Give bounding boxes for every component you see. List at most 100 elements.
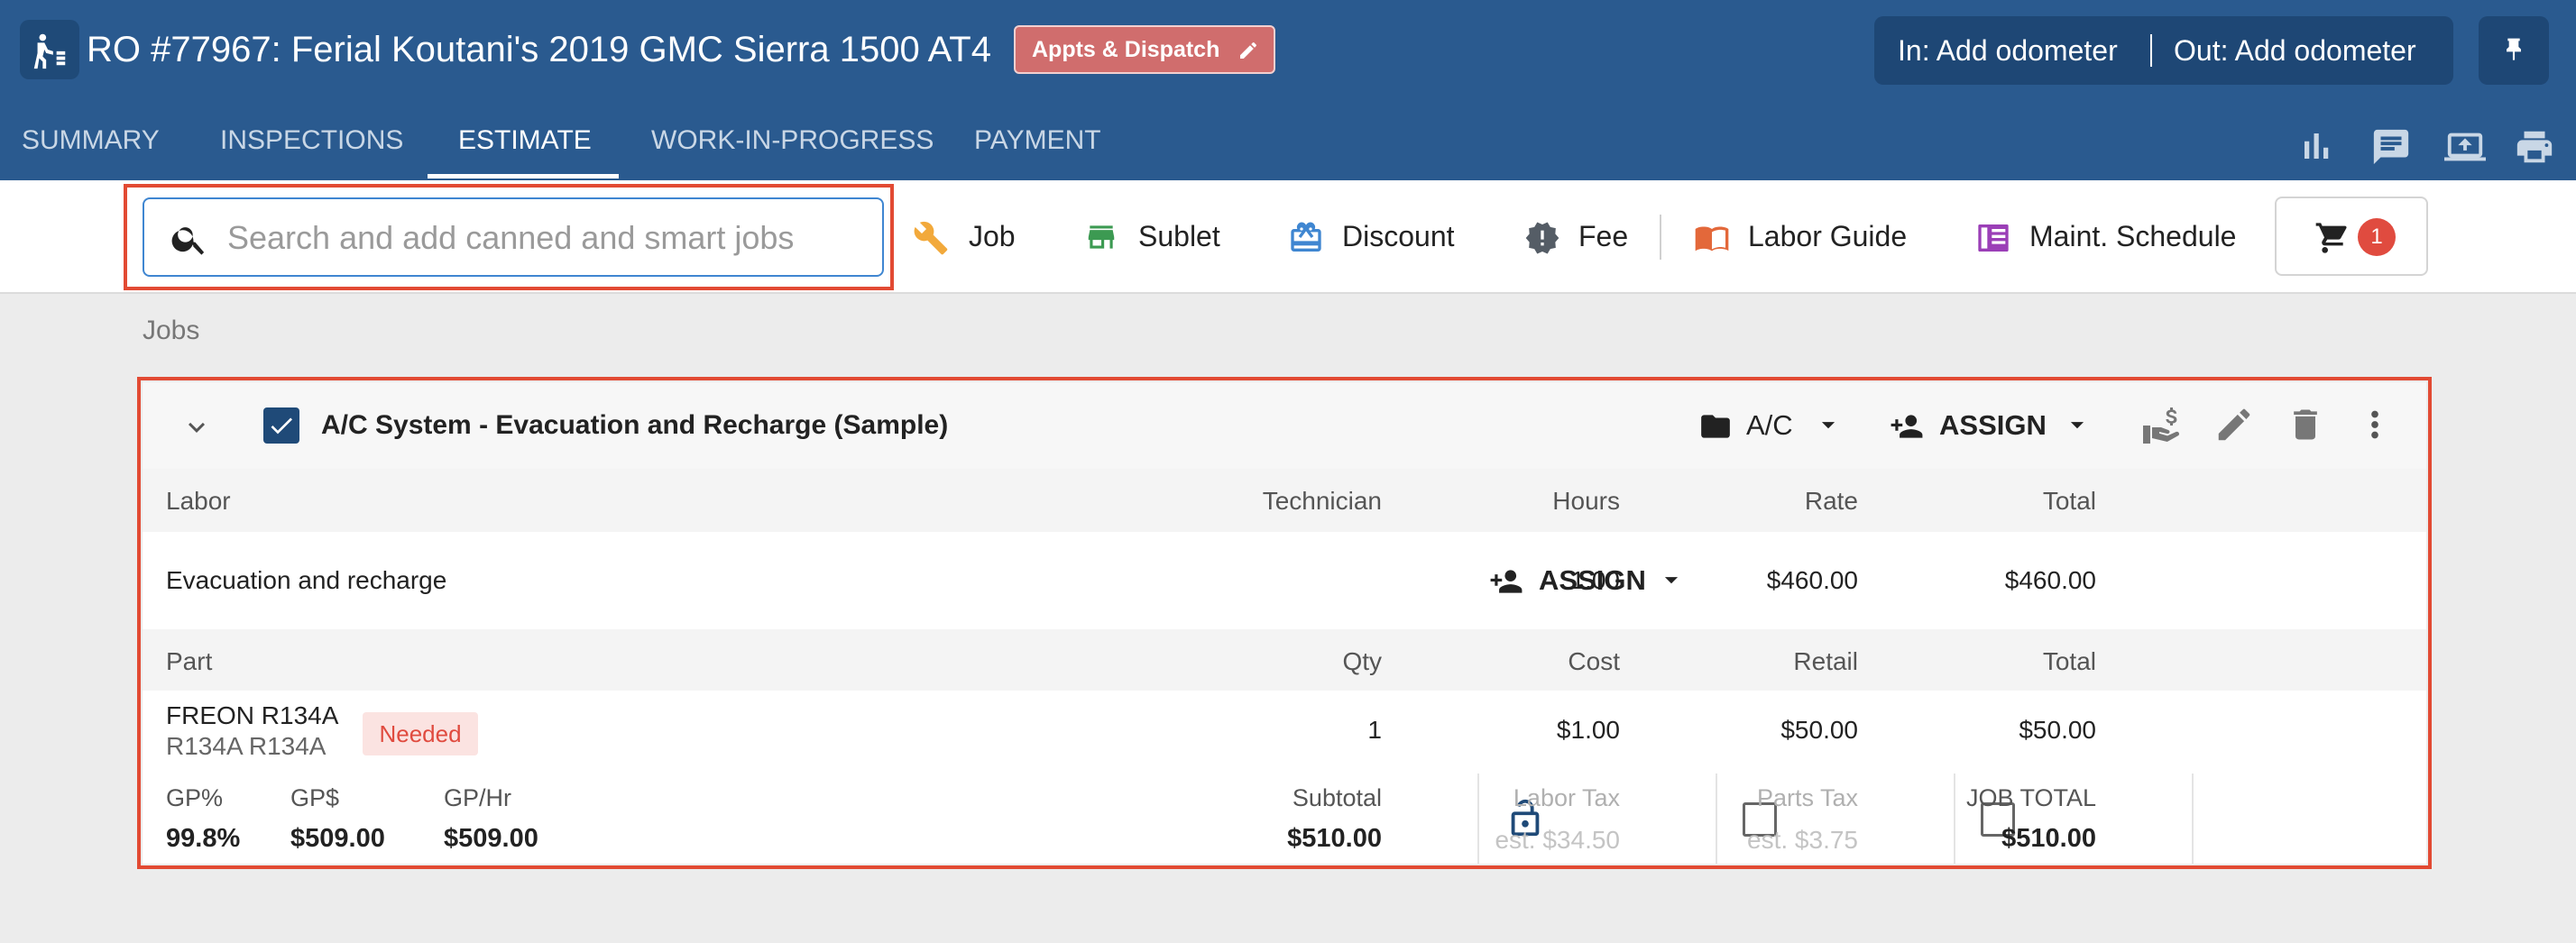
part-name: FREON R134A [166, 701, 339, 729]
odometer-in-button[interactable]: In: Add odometer [1898, 16, 2118, 85]
edit-icon[interactable] [2213, 404, 2255, 445]
caret-down-icon [1664, 577, 1679, 584]
job-category-dropdown[interactable]: A/C [1696, 404, 1835, 447]
gp-percent-value: 99.8% [166, 824, 241, 853]
tab-inspections[interactable]: INSPECTIONS [220, 108, 403, 179]
open-book-icon [1695, 226, 1729, 252]
store-icon [1088, 225, 1115, 249]
footer-divider [1477, 774, 1479, 864]
fee-badge-icon [1525, 222, 1559, 254]
labor-name: Evacuation and recharge [166, 566, 447, 594]
table-row[interactable]: FREON R134A R134A R134A Needed 1 $1.00 $… [143, 691, 2426, 775]
edit-pencil-icon [1240, 42, 1256, 59]
part-cost: $1.00 [1556, 716, 1620, 744]
tab-work-in-progress[interactable]: WORK-IN-PROGRESS [651, 108, 934, 179]
odometer-group: In: Add odometer Out: Add odometer [1874, 16, 2453, 85]
caret-down-icon [1821, 422, 1835, 429]
labor-total-column-header: Total [2042, 487, 2096, 515]
maint-schedule-button[interactable]: Maint. Schedule [1973, 207, 2253, 265]
odometer-out-button[interactable]: Out: Add odometer [2174, 16, 2416, 85]
maint-schedule-label: Maint. Schedule [2029, 220, 2237, 252]
fee-label: Fee [1578, 220, 1629, 252]
more-vert-icon[interactable] [2354, 404, 2396, 445]
labor-rate: $460.00 [1766, 566, 1858, 594]
add-sublet-button[interactable]: Sublet [1084, 207, 1228, 265]
job-title: A/C System - Evacuation and Recharge (Sa… [321, 410, 949, 440]
search-box[interactable] [143, 197, 884, 277]
subtotal-label: Subtotal [1292, 784, 1382, 811]
parts-tax-estimate: est. $3.75 [1747, 826, 1858, 854]
trash-icon[interactable] [2286, 404, 2325, 445]
appts-dispatch-label: Appts & Dispatch [1032, 37, 1220, 62]
pin-button[interactable] [2479, 16, 2549, 85]
part-status-badge: Needed [363, 712, 478, 755]
ro-title: RO #77967: Ferial Koutani's 2019 GMC Sie… [87, 30, 991, 69]
hours-column-header: Hours [1552, 487, 1620, 515]
gp-dollar-value: $509.00 [290, 824, 385, 853]
pin-icon [2507, 38, 2521, 60]
add-person-icon [1490, 570, 1523, 593]
table-row[interactable]: Evacuation and recharge ASSIGN 1.00 $460… [143, 532, 2426, 631]
gp-hr-value: $509.00 [444, 824, 538, 853]
labor-column-header: Labor [166, 487, 231, 515]
chevron-down-icon[interactable] [180, 411, 213, 444]
folder-icon [1701, 415, 1730, 438]
tab-summary[interactable]: SUMMARY [22, 108, 160, 179]
job-card: A/C System - Evacuation and Recharge (Sa… [143, 382, 2426, 864]
add-fee-button[interactable]: Fee [1524, 207, 1642, 265]
job-assign-label: ASSIGN [1939, 409, 2047, 441]
active-tab-indicator [428, 174, 619, 179]
job-footer: GP% 99.8% GP$ $509.00 GP/Hr $509.00 Subt… [143, 774, 2426, 864]
print-icon[interactable] [2513, 126, 2556, 168]
hand-dollar-icon[interactable] [2139, 404, 2183, 447]
odometer-divider [2150, 34, 2152, 67]
cart-button[interactable]: 1 [2275, 197, 2428, 276]
jobs-section-label: Jobs [143, 316, 200, 345]
tab-payment[interactable]: PAYMENT [974, 108, 1101, 179]
tab-estimate[interactable]: ESTIMATE [458, 108, 592, 179]
shopping-cart-icon [2315, 223, 2347, 253]
labor-hours: 1.00 [1570, 566, 1621, 594]
job-header: A/C System - Evacuation and Recharge (Sa… [143, 382, 2426, 471]
bar-chart-icon[interactable] [2298, 126, 2336, 166]
add-discount-button[interactable]: Discount [1288, 207, 1468, 265]
search-icon [171, 227, 205, 255]
caret-down-icon [2070, 422, 2084, 429]
subtotal-value: $510.00 [1287, 824, 1382, 853]
appts-dispatch-button[interactable]: Appts & Dispatch [1014, 25, 1275, 74]
labor-total: $460.00 [2004, 566, 2096, 594]
part-column-header: Part [166, 647, 213, 675]
job-total-value: $510.00 [2001, 824, 2096, 853]
sublet-label: Sublet [1138, 220, 1220, 252]
discount-label: Discount [1342, 220, 1455, 252]
labor-guide-label: Labor Guide [1748, 220, 1908, 252]
job-category-label: A/C [1746, 409, 1793, 441]
toolbar-divider [1660, 215, 1661, 260]
part-total: $50.00 [2019, 716, 2096, 744]
job-assign-dropdown[interactable]: ASSIGN [1885, 404, 2093, 447]
part-header-row: Part Qty Cost Retail Total [143, 629, 2426, 692]
checkmark-icon [271, 417, 292, 435]
parts-tax-label: Parts Tax [1756, 784, 1858, 811]
technician-icon[interactable] [20, 20, 79, 79]
gp-percent-label: GP% [166, 784, 224, 811]
retail-column-header: Retail [1793, 647, 1858, 675]
rate-column-header: Rate [1804, 487, 1858, 515]
chat-icon[interactable] [2370, 126, 2412, 168]
labor-guide-button[interactable]: Labor Guide [1692, 207, 1918, 265]
cart-count-badge: 1 [2358, 218, 2396, 256]
schedule-book-icon [1978, 224, 2009, 252]
technician-column-header: Technician [1262, 487, 1382, 515]
qty-column-header: Qty [1342, 647, 1382, 675]
cost-column-header: Cost [1568, 647, 1620, 675]
screen-share-icon[interactable] [2443, 126, 2488, 168]
job-checkbox[interactable] [263, 407, 299, 444]
gift-card-icon [1291, 222, 1321, 252]
add-job-button[interactable]: Job [913, 207, 1021, 265]
add-person-icon [1891, 415, 1923, 438]
gp-dollar-label: GP$ [290, 784, 340, 811]
part-number: R134A R134A [166, 732, 327, 760]
search-input[interactable] [225, 212, 860, 264]
part-qty: 1 [1367, 716, 1382, 744]
job-total-label: JOB TOTAL [1965, 784, 2096, 811]
